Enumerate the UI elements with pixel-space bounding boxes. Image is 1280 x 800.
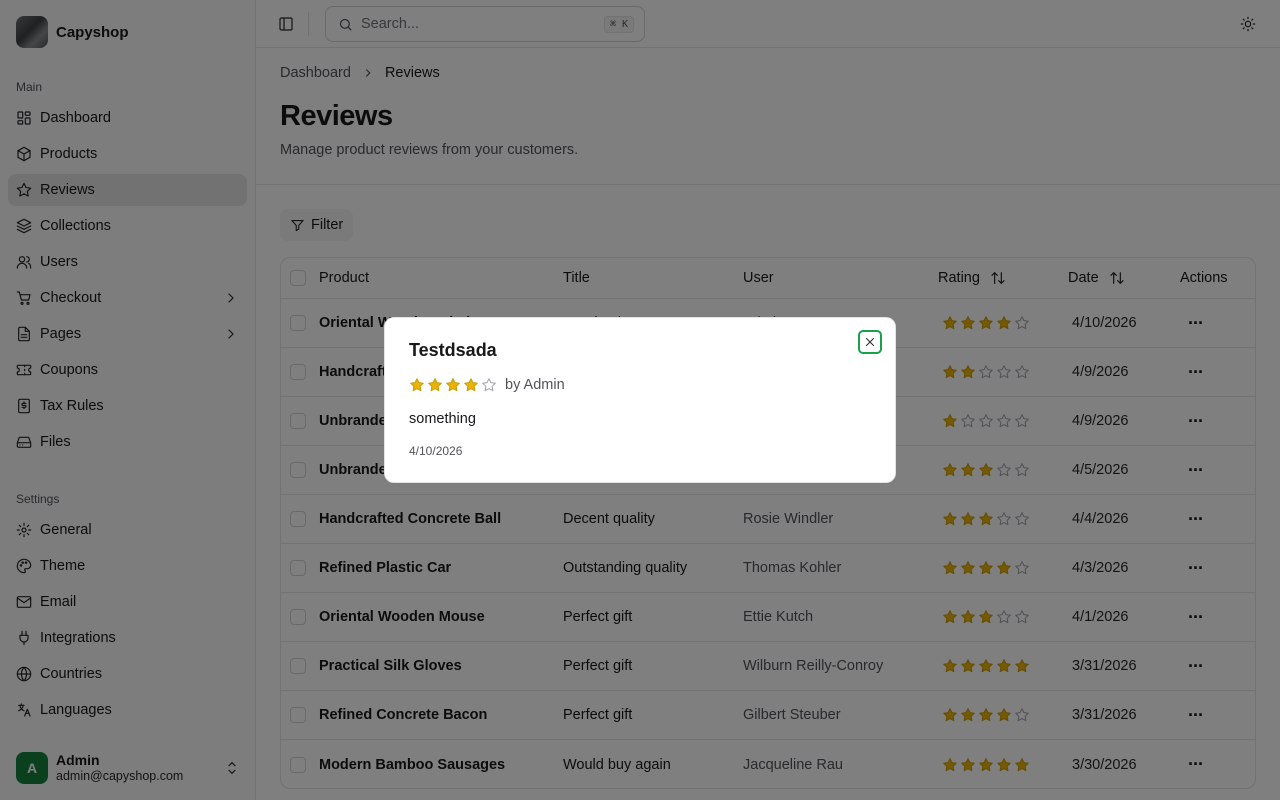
star-filled-icon	[428, 378, 442, 392]
dialog-title: Testdsada	[409, 340, 497, 360]
rating-stars	[409, 377, 497, 393]
dialog-author: by Admin	[505, 377, 565, 393]
star-filled-icon	[446, 378, 460, 392]
dialog-body: something	[409, 411, 476, 427]
star-filled-icon	[410, 378, 424, 392]
star-filled-icon	[464, 378, 478, 392]
dialog-date: 4/10/2026	[409, 444, 463, 458]
dialog-rating: by Admin	[409, 377, 565, 393]
close-icon	[866, 338, 874, 346]
review-dialog: Testdsada by Admin something 4/10/2026	[384, 317, 896, 483]
close-button[interactable]	[858, 330, 882, 354]
star-empty-icon	[482, 378, 496, 392]
